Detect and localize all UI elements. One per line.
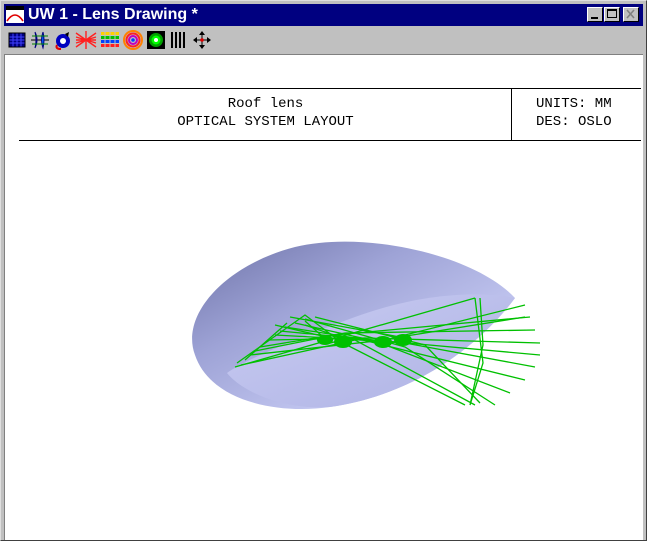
tool-target[interactable]	[145, 29, 167, 51]
ray-fan-icon	[75, 31, 97, 49]
tool-vertical-bars[interactable]	[168, 29, 190, 51]
toolbar	[4, 26, 643, 54]
grid-icon	[8, 32, 26, 48]
lens-drawing-svg	[192, 241, 541, 410]
close-icon	[626, 9, 635, 19]
lens-drawing-app-icon[interactable]	[6, 6, 24, 23]
title-bar[interactable]: UW 1 - Lens Drawing *	[4, 4, 643, 26]
rotate-icon	[55, 32, 70, 50]
lens-drawing-window: UW 1 - Lens Drawing * Roof lens OPTICAL …	[0, 0, 647, 541]
target-icon	[147, 31, 165, 49]
move-arrows-icon	[193, 31, 211, 49]
tool-ray-fan[interactable]	[75, 29, 97, 51]
tool-spot-bands[interactable]	[99, 29, 121, 51]
vertical-bars-icon	[171, 32, 185, 48]
window-title: UW 1 - Lens Drawing *	[28, 6, 198, 23]
lens-layout-icon	[31, 31, 49, 50]
tool-grid[interactable]	[6, 29, 28, 51]
tool-move[interactable]	[191, 29, 213, 51]
tool-concentric-rings[interactable]	[122, 29, 144, 51]
maximize-icon	[607, 9, 617, 18]
close-button[interactable]	[623, 7, 639, 22]
minimize-icon	[591, 17, 598, 19]
maximize-button[interactable]	[604, 7, 620, 22]
tool-lens-layout[interactable]	[29, 29, 51, 51]
minimize-button[interactable]	[587, 7, 603, 22]
drawing-canvas[interactable]: Roof lens OPTICAL SYSTEM LAYOUT UNITS: M…	[4, 54, 643, 540]
concentric-rings-icon	[123, 30, 143, 50]
tool-rotate[interactable]	[52, 29, 74, 51]
spot-bands-icon	[101, 32, 119, 47]
